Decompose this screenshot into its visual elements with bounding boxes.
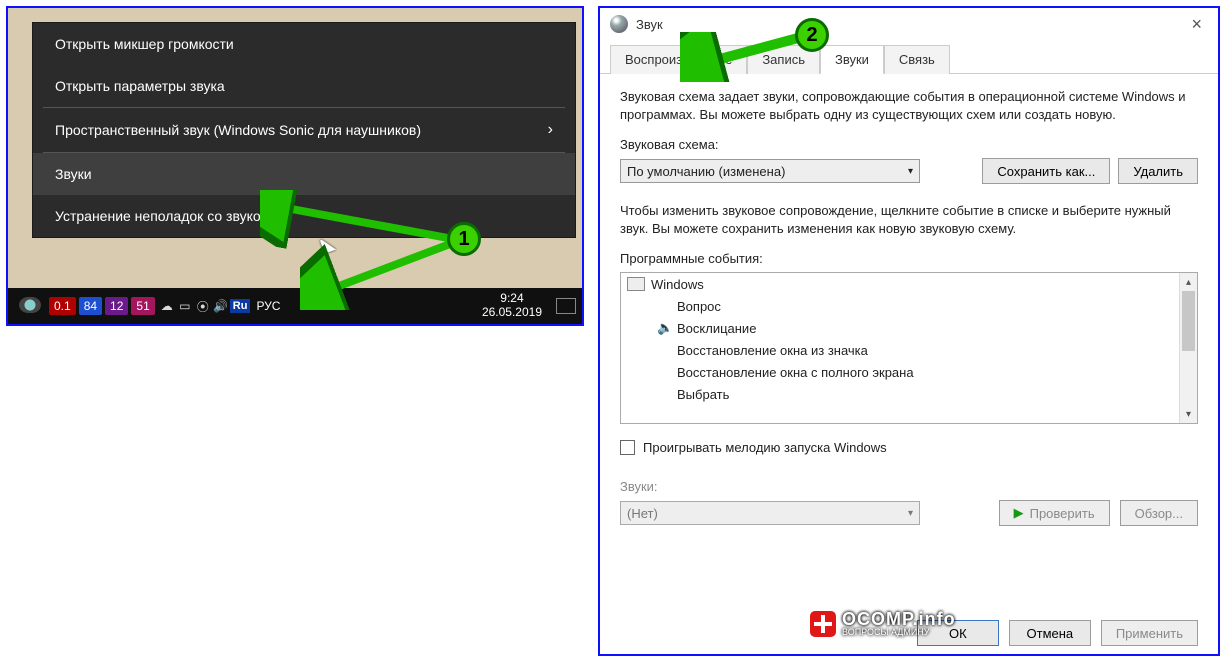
event-item[interactable]: Восстановление окна из значка <box>621 339 1179 361</box>
watermark-main: OCOMP.info <box>842 610 956 628</box>
scroll-thumb[interactable] <box>1182 291 1195 351</box>
tab-sounds[interactable]: Звуки <box>820 45 884 74</box>
dialog-title: Звук <box>636 17 663 32</box>
speaker-icon: 🔈 <box>657 320 673 336</box>
chevron-down-icon: ▾ <box>902 166 919 177</box>
battery-icon[interactable]: ▭ <box>176 299 194 313</box>
events-label: Программные события: <box>620 251 1198 266</box>
event-sound-select: (Нет) ▾ <box>620 501 920 525</box>
close-button[interactable]: × <box>1185 14 1208 35</box>
event-item-label: Вопрос <box>677 299 721 314</box>
scrollbar[interactable]: ▴ ▾ <box>1179 273 1197 423</box>
watermark-logo-icon <box>810 611 836 637</box>
clock-date: 26.05.2019 <box>482 306 542 320</box>
scroll-down-icon[interactable]: ▾ <box>1180 405 1197 423</box>
annotation-arrow-1b <box>300 240 470 310</box>
chevron-down-icon: ▾ <box>902 508 919 519</box>
scheme-description: Звуковая схема задает звуки, сопровождаю… <box>620 88 1198 123</box>
sound-scheme-select[interactable]: По умолчанию (изменена) ▾ <box>620 159 920 183</box>
annotation-badge-1: 1 <box>447 222 481 256</box>
browse-sound-button: Обзор... <box>1120 500 1198 526</box>
scroll-up-icon[interactable]: ▴ <box>1180 273 1197 291</box>
clock-time: 9:24 <box>482 292 542 306</box>
ctx-item-mixer[interactable]: Открыть микшер громкости <box>33 23 575 65</box>
event-item-label: Восстановление окна из значка <box>677 343 868 358</box>
scheme-value: По умолчанию (изменена) <box>627 164 785 179</box>
event-item[interactable]: Вопрос <box>621 295 1179 317</box>
tab-communications[interactable]: Связь <box>884 45 950 74</box>
annotation-badge-2: 2 <box>795 18 829 52</box>
ctx-item-sounds[interactable]: Звуки <box>33 153 575 195</box>
event-item[interactable]: Выбрать <box>621 383 1179 405</box>
event-item-label: Выбрать <box>677 387 729 402</box>
test-sound-button: ▶ Проверить <box>999 500 1110 526</box>
event-item[interactable]: Восстановление окна с полного экрана <box>621 361 1179 383</box>
program-events-list: Windows Вопрос 🔈 Восклицание Восстановле… <box>620 272 1198 424</box>
ctx-item-label: Устранение неполадок со звуком <box>55 208 270 224</box>
left-screenshot-panel: Открыть микшер громкости Открыть парамет… <box>6 6 584 326</box>
sound-value: (Нет) <box>627 506 658 521</box>
onedrive-icon[interactable]: ☁ <box>158 299 176 313</box>
ctx-item-label: Пространственный звук (Windows Sonic для… <box>55 122 421 138</box>
volume-icon[interactable]: 🔊 <box>212 299 230 313</box>
app-icon[interactable] <box>14 295 46 318</box>
event-root[interactable]: Windows <box>621 273 1179 295</box>
play-icon: ▶ <box>1014 505 1024 521</box>
ctx-item-sound-settings[interactable]: Открыть параметры звука <box>33 65 575 107</box>
ctx-item-label: Звуки <box>55 166 92 182</box>
sounds-label: Звуки: <box>620 479 1198 494</box>
save-scheme-button[interactable]: Сохранить как... <box>982 158 1110 184</box>
taskbar: 0.1 84 12 51 ☁ ▭ ⦿ 🔊 Ru РУС 9:24 26.05.2… <box>8 288 582 324</box>
event-item-label: Восклицание <box>677 321 756 336</box>
cancel-button[interactable]: Отмена <box>1009 620 1091 646</box>
startup-sound-label: Проигрывать мелодию запуска Windows <box>643 440 887 455</box>
ctx-item-spatial-sound[interactable]: Пространственный звук (Windows Sonic для… <box>33 108 575 152</box>
ctx-item-label: Открыть микшер громкости <box>55 36 234 52</box>
tray-metric-red[interactable]: 0.1 <box>49 297 76 315</box>
scheme-label: Звуковая схема: <box>620 137 1198 152</box>
notification-center-icon[interactable] <box>556 298 576 314</box>
dialog-body: Звуковая схема задает звуки, сопровождаю… <box>600 74 1218 540</box>
tray-metric-purple[interactable]: 12 <box>105 297 128 315</box>
wifi-icon[interactable]: ⦿ <box>194 298 212 315</box>
test-btn-label: Проверить <box>1030 506 1095 521</box>
tray-metric-pink[interactable]: 51 <box>131 297 154 315</box>
sound-dialog: Звук × Воспроизведение Запись Звуки Связ… <box>598 6 1220 656</box>
events-description: Чтобы изменить звуковое сопровождение, щ… <box>620 202 1198 237</box>
keyboard-layout-badge[interactable]: Ru <box>230 299 251 313</box>
delete-scheme-button[interactable]: Удалить <box>1118 158 1198 184</box>
sound-dialog-icon <box>610 15 628 33</box>
taskbar-clock[interactable]: 9:24 26.05.2019 <box>482 292 552 320</box>
tray-metric-blue[interactable]: 84 <box>79 297 102 315</box>
watermark: OCOMP.info ВОПРОСЫ АДМИНУ <box>810 610 956 637</box>
watermark-sub: ВОПРОСЫ АДМИНУ <box>842 628 956 637</box>
event-item[interactable]: 🔈 Восклицание <box>621 317 1179 339</box>
event-root-label: Windows <box>651 277 704 292</box>
language-indicator[interactable]: РУС <box>256 299 280 313</box>
chevron-right-icon: › <box>548 121 553 139</box>
windows-icon <box>627 277 645 291</box>
apply-button: Применить <box>1101 620 1198 646</box>
event-item-label: Восстановление окна с полного экрана <box>677 365 914 380</box>
ctx-item-label: Открыть параметры звука <box>55 78 225 94</box>
startup-sound-checkbox[interactable] <box>620 440 635 455</box>
